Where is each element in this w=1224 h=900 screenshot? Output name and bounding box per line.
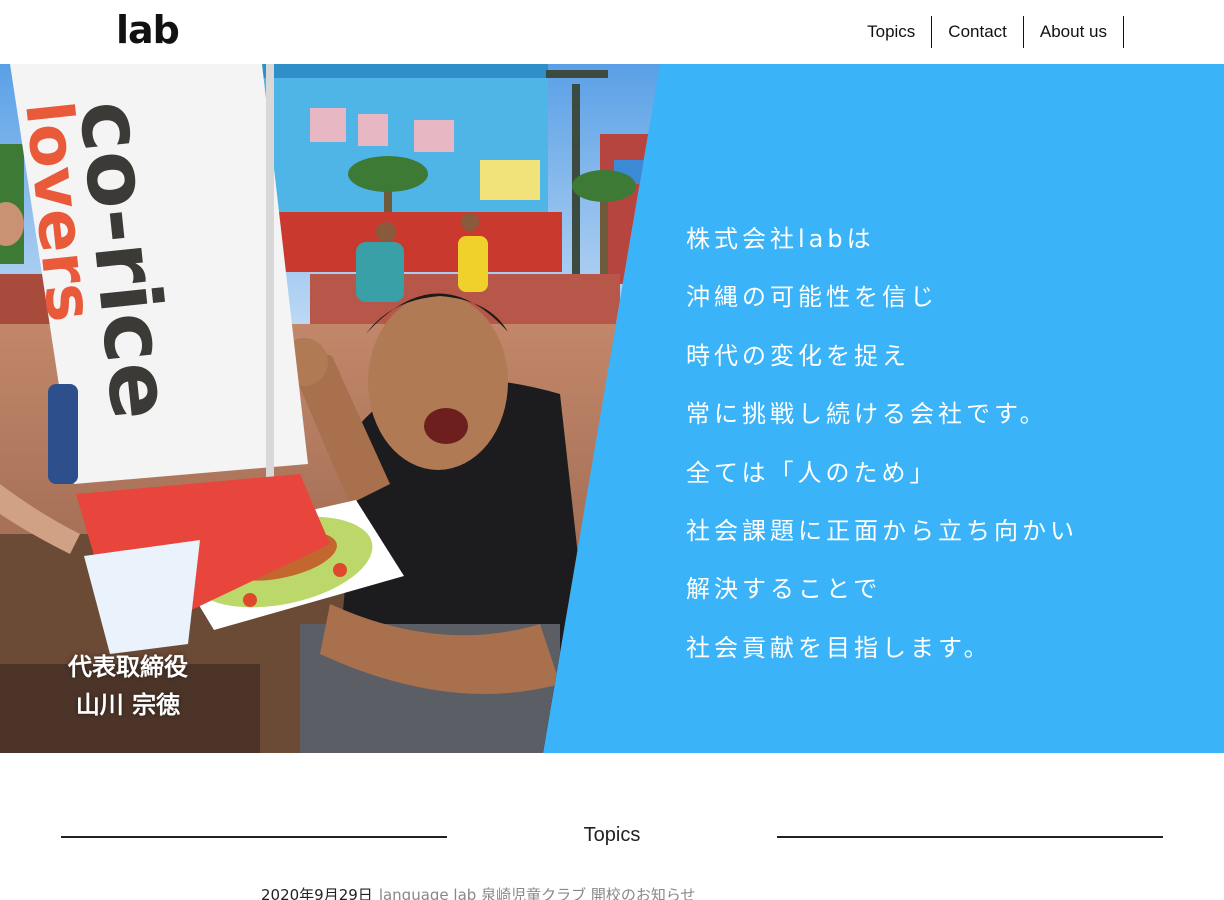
caption-name: 山川 宗徳: [75, 691, 181, 719]
topic-link[interactable]: language lab 泉崎児童クラブ 開校のお知らせ: [379, 886, 696, 900]
hero-message-line: 時代の変化を捉え: [686, 341, 910, 370]
caption-title: 代表取締役: [68, 653, 188, 681]
nav-contact[interactable]: Contact: [932, 16, 1024, 48]
nav-about-us[interactable]: About us: [1024, 16, 1124, 48]
nav-topics[interactable]: Topics: [851, 16, 933, 48]
divider: [777, 836, 1163, 838]
hero-message-line: 株式会社labは: [686, 225, 875, 253]
hero-message-line: 全ては「人のため」: [686, 458, 938, 487]
site-header: lab Topics Contact About us: [0, 0, 1224, 64]
hero-message-line: 社会課題に正面から立ち向かい: [686, 517, 1078, 546]
hero-message-line: 社会貢献を目指します。: [686, 633, 992, 662]
photo-caption: 代表取締役 山川 宗徳: [68, 648, 188, 724]
hero-section: co-rice lovers 株式会社labは 沖縄の可能性を信じ 時代の変化を…: [0, 64, 1224, 753]
hero-message-line: 常に挑戦し続ける会社です。: [686, 400, 1048, 429]
topics-section-header: Topics: [61, 818, 1163, 854]
hero-message: 株式会社labは 沖縄の可能性を信じ 時代の変化を捉え 常に挑戦し続ける会社です…: [686, 210, 1206, 677]
hero-message-line: 沖縄の可能性を信じ: [686, 283, 938, 312]
topic-item: 2020年9月29日 language lab 泉崎児童クラブ 開校のお知らせ: [261, 884, 696, 900]
hero-message-line: 解決することで: [686, 575, 882, 604]
main-nav: Topics Contact About us: [851, 16, 1124, 48]
topic-date: 2020年9月29日: [261, 886, 373, 900]
site-logo[interactable]: lab: [116, 8, 180, 52]
